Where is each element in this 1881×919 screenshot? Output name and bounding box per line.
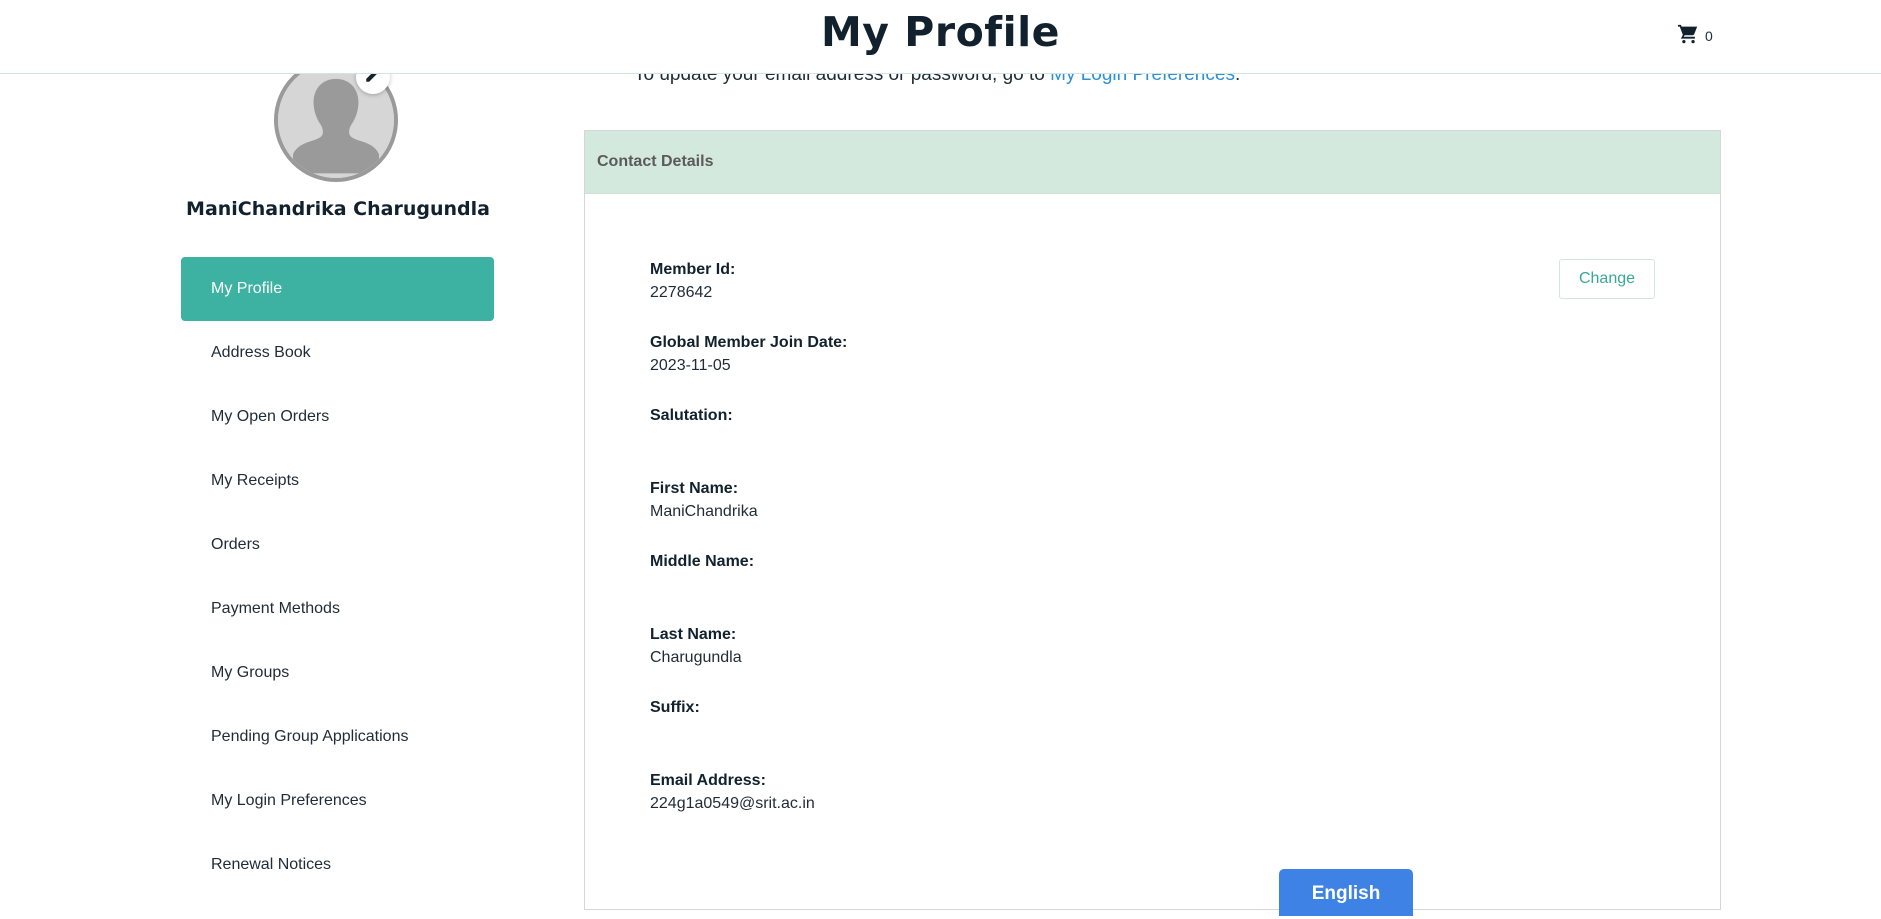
field-label: Middle Name: (650, 553, 755, 570)
shopping-cart-icon (1677, 23, 1699, 50)
field-join-date: Global Member Join Date: 2023-11-05 (650, 332, 1250, 405)
sidebar-item-my-open-orders[interactable]: My Open Orders (181, 385, 494, 449)
field-member-id: Member Id: 2278642 (650, 259, 1250, 332)
cart-button[interactable]: 0 (1677, 24, 1713, 48)
field-first-name: First Name: ManiChandrika (650, 478, 1250, 551)
field-value (650, 573, 1250, 597)
contact-details-panel: Contact Details Change Member Id: 227864… (584, 130, 1721, 910)
field-label: First Name: (650, 480, 739, 497)
field-last-name: Last Name: Charugundla (650, 624, 1250, 697)
field-salutation: Salutation: (650, 405, 1250, 478)
field-label: Salutation: (650, 407, 733, 424)
sidebar-item-my-profile[interactable]: My Profile (181, 257, 494, 321)
sidebar-item-my-groups[interactable]: My Groups (181, 641, 494, 705)
field-value: 2023-11-05 (650, 357, 731, 374)
field-value: Charugundla (650, 649, 742, 666)
panel-title: Contact Details (585, 131, 1720, 194)
sidebar-item-payment-methods[interactable]: Payment Methods (181, 577, 494, 641)
field-label: Email Address: (650, 772, 766, 789)
sidebar-item-renewal-notices[interactable]: Renewal Notices (181, 833, 494, 897)
sidebar-item-my-login-preferences[interactable]: My Login Preferences (181, 769, 494, 833)
sidebar-item-my-receipts[interactable]: My Receipts (181, 449, 494, 513)
field-label: Member Id: (650, 261, 736, 278)
field-value (650, 427, 1250, 451)
field-value: ManiChandrika (650, 503, 758, 520)
contact-fields: Member Id: 2278642 Global Member Join Da… (650, 259, 1250, 843)
field-label: Suffix: (650, 699, 700, 716)
field-middle-name: Middle Name: (650, 551, 1250, 624)
field-value: 224g1a0549@srit.ac.in (650, 795, 815, 812)
user-name: ManiChandrika Charugundla (186, 198, 490, 220)
field-suffix: Suffix: (650, 697, 1250, 770)
page-title: My Profile (821, 8, 1060, 56)
field-value: 2278642 (650, 284, 713, 301)
sidebar-item-pending-group-applications[interactable]: Pending Group Applications (181, 705, 494, 769)
field-value (650, 719, 1250, 743)
field-label: Last Name: (650, 626, 737, 643)
change-button[interactable]: Change (1559, 259, 1655, 299)
cart-count: 0 (1705, 28, 1713, 44)
sidebar-item-orders[interactable]: Orders (181, 513, 494, 577)
field-email: Email Address: 224g1a0549@srit.ac.in (650, 770, 1250, 843)
top-header: My Profile 0 (0, 0, 1881, 74)
sidebar-nav: My Profile Address Book My Open Orders M… (181, 257, 494, 897)
profile-avatar-area (274, 58, 402, 188)
sidebar-item-address-book[interactable]: Address Book (181, 321, 494, 385)
language-button[interactable]: English (1279, 869, 1413, 916)
field-label: Global Member Join Date: (650, 334, 848, 351)
